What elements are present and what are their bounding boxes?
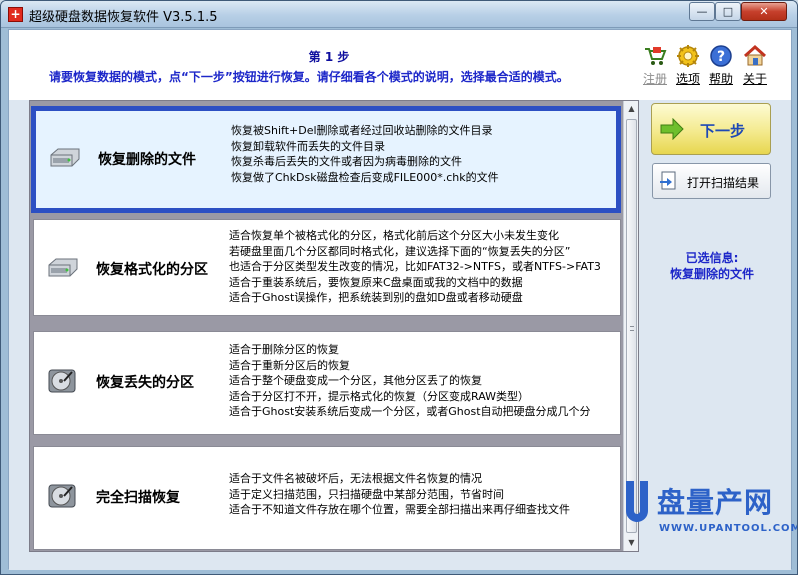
mode-desc-line: 恢复卸载软件而丢失的文件目录 [231, 139, 385, 153]
mode-desc-line: 适合于重装系统后，要恢复原来C盘桌面或我的文档中的数据 [229, 275, 523, 289]
mode-desc-line: 适合于重新分区后的恢复 [229, 358, 350, 372]
maximize-button[interactable]: □ [715, 2, 741, 21]
app-icon[interactable]: + [8, 7, 23, 22]
mode-name: 恢复删除的文件 [98, 152, 196, 168]
register-button[interactable]: 注册 [639, 44, 671, 90]
open-scan-result-label: 打开扫描结果 [687, 176, 760, 190]
disk-platter-icon [48, 484, 76, 508]
mode-desc-line: 适合于文件名被破坏后，无法根据文件名恢复的情况 [229, 472, 482, 485]
mode-item-undelete[interactable]: 恢复删除的文件 恢复被Shift+Del删除或者经过回收站删除的文件目录 恢复卸… [31, 106, 621, 213]
selected-info: 已选信息: 恢复删除的文件 [651, 250, 773, 282]
help-icon: ? [710, 45, 732, 67]
selected-info-value: 恢复删除的文件 [669, 267, 754, 281]
app-window: + 超级硬盘数据恢复软件 V3.5.1.5 — □ ✕ 第 1 步 请要恢复数据… [0, 0, 798, 575]
hard-drive-icon [50, 148, 80, 167]
mode-desc-line: 适合恢复单个被格式化的分区，格式化前后这个分区大小未发生变化 [229, 229, 559, 242]
mode-item-format[interactable]: 恢复格式化的分区 适合恢复单个被格式化的分区，格式化前后这个分区大小未发生变化 … [33, 219, 621, 316]
step-description: 请要恢复数据的模式，点“下一步”按钮进行恢复。请仔细看各个模式的说明，选择最合适… [49, 70, 569, 84]
open-scan-result-button[interactable]: 打开扫描结果 [652, 163, 771, 199]
arrow-right-icon [660, 118, 684, 140]
selected-info-label: 已选信息: [685, 251, 739, 265]
mode-name: 完全扫描恢复 [96, 490, 180, 506]
header: 第 1 步 请要恢复数据的模式，点“下一步”按钮进行恢复。请仔细看各个模式的说明… [9, 30, 791, 100]
watermark-logo: 盘量产网 WWW.UPANTOOL.COM [623, 479, 797, 543]
scroll-thumb[interactable] [626, 119, 637, 533]
watermark-url: WWW.UPANTOOL.COM [659, 523, 798, 534]
mode-desc-line: 恢复杀毒后丢失的文件或者因为病毒删除的文件 [231, 155, 462, 168]
mode-desc-line: 适合于不知道文件存放在哪个位置，需要全部扫描出来再仔细查找文件 [229, 503, 570, 516]
disk-platter-icon [48, 369, 76, 393]
next-step-label: 下一步 [700, 122, 746, 140]
help-button[interactable]: ? 帮助 [705, 44, 737, 90]
mode-name: 恢复丢失的分区 [96, 375, 194, 391]
mode-description: 适合于文件名被破坏后，无法根据文件名恢复的情况 适于定义扫描范围，只扫描硬盘中某… [229, 471, 619, 518]
help-label: 帮助 [708, 72, 733, 86]
mode-desc-line: 恢复被Shift+Del删除或者经过回收站删除的文件目录 [231, 124, 493, 137]
watermark-text: 盘量产网 [657, 486, 774, 519]
mode-description: 恢复被Shift+Del删除或者经过回收站删除的文件目录 恢复卸载软件而丢失的文… [231, 123, 621, 185]
house-icon [743, 44, 767, 66]
mode-item-lost-partition[interactable]: 恢复丢失的分区 适合于删除分区的恢复 适合于重新分区后的恢复 适合于整个硬盘变成… [33, 331, 621, 435]
title-bar[interactable]: + 超级硬盘数据恢复软件 V3.5.1.5 — □ ✕ [1, 1, 797, 28]
options-label: 选项 [675, 72, 700, 86]
mode-name: 恢复格式化的分区 [96, 262, 208, 278]
mode-desc-line: 适合于Ghost安装系统后变成一个分区，或者Ghost自动把硬盘分成几个分 [229, 405, 591, 418]
grip-icon [630, 326, 634, 331]
mode-desc-line: 恢复做了ChkDsk磁盘检查后变成FILE000*.chk的文件 [231, 170, 499, 184]
scroll-up-arrow-icon[interactable]: ▲ [624, 101, 638, 117]
mode-desc-line: 适合于删除分区的恢复 [229, 343, 339, 356]
mode-desc-line: 适合于Ghost误操作，把系统装到别的盘如D盘或者移动硬盘 [229, 291, 523, 304]
mode-desc-line: 适于定义扫描范围，只扫描硬盘中某部分范围，节省时间 [229, 487, 504, 501]
about-button[interactable]: 关于 [739, 44, 771, 90]
next-step-button[interactable]: 下一步 [651, 103, 771, 155]
svg-text:?: ? [717, 49, 725, 65]
u-disk-logo-icon [626, 481, 648, 522]
cart-icon [645, 47, 667, 65]
mode-description: 适合于删除分区的恢复 适合于重新分区后的恢复 适合于整个硬盘变成一个分区，其他分… [229, 342, 619, 420]
mode-desc-line: 适合于整个硬盘变成一个分区，其他分区丢了的恢复 [229, 374, 482, 387]
close-button[interactable]: ✕ [741, 2, 787, 21]
options-button[interactable]: 选项 [672, 44, 704, 90]
step-title: 第 1 步 [308, 50, 350, 64]
minimize-button[interactable]: — [689, 2, 715, 21]
window-title: 超级硬盘数据恢复软件 V3.5.1.5 [29, 10, 218, 25]
mode-desc-line: 适合于分区打不开，提示格式化的恢复（分区变成RAW类型） [229, 389, 529, 403]
mode-description: 适合恢复单个被格式化的分区，格式化前后这个分区大小未发生变化 若硬盘里面几个分区… [229, 228, 619, 306]
mode-list[interactable]: 恢复删除的文件 恢复被Shift+Del删除或者经过回收站删除的文件目录 恢复卸… [29, 100, 639, 552]
gear-icon [677, 45, 699, 67]
about-label: 关于 [742, 72, 767, 86]
register-label: 注册 [642, 72, 667, 86]
mode-item-full-scan[interactable]: 完全扫描恢复 适合于文件名被破坏后，无法根据文件名恢复的情况 适于定义扫描范围，… [33, 446, 621, 550]
mode-desc-line: 也适合于分区类型发生改变的情况，比如FAT32->NTFS，或者NTFS->FA… [229, 260, 601, 273]
hard-drive-icon [48, 258, 78, 277]
mode-desc-line: 若硬盘里面几个分区都同时格式化，建议选择下面的“恢复丢失的分区” [229, 244, 571, 258]
open-file-icon [660, 171, 676, 190]
